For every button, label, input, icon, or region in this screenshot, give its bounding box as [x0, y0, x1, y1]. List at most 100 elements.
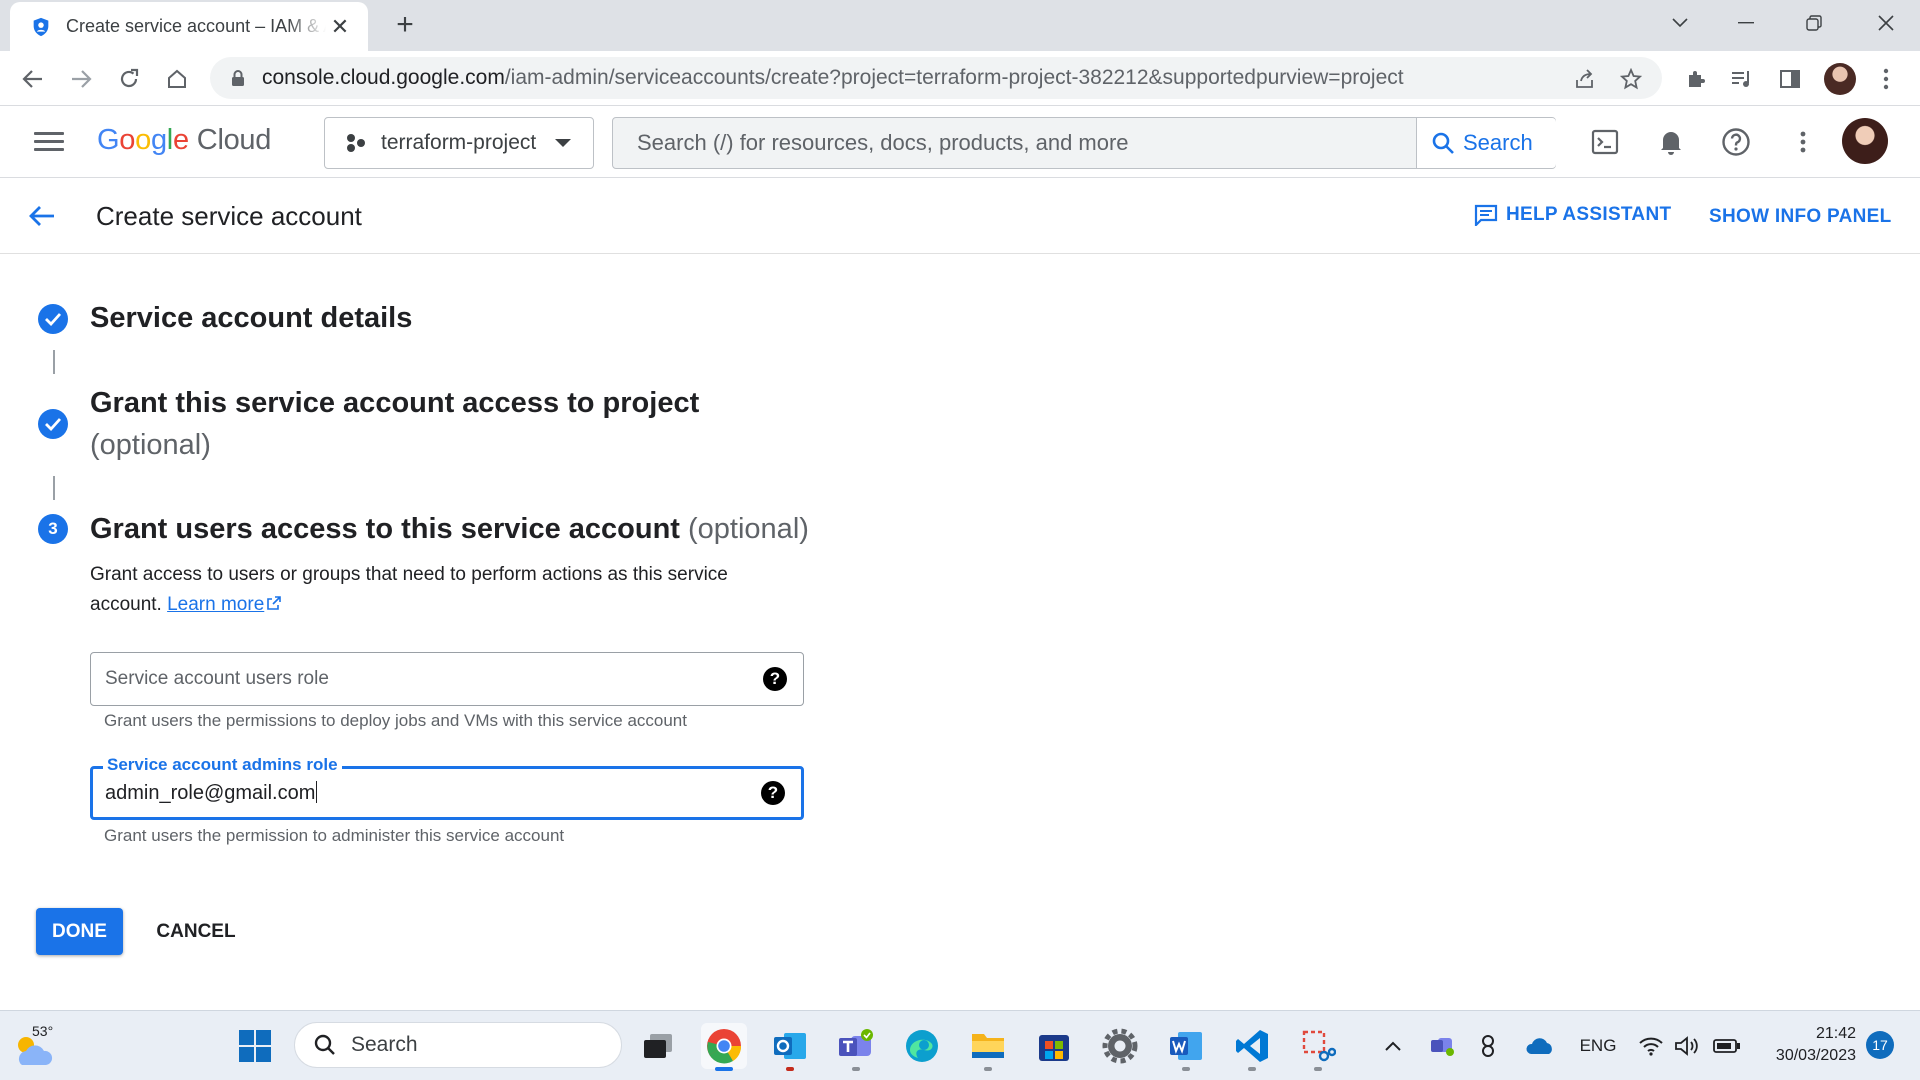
forward-icon[interactable] [64, 62, 98, 96]
help-question-icon[interactable]: ? [761, 781, 785, 805]
done-button[interactable]: DONE [36, 908, 123, 955]
help-question-icon[interactable]: ? [763, 667, 787, 691]
shield-icon [33, 17, 49, 36]
admins-role-label: Service account admins role [103, 755, 342, 775]
clock-time: 21:42 [1815, 1025, 1856, 1042]
users-role-hint: Grant users the permissions to deploy jo… [104, 711, 687, 730]
teams-tray-icon[interactable] [1428, 1033, 1456, 1059]
taskbar-search[interactable]: Search [294, 1022, 622, 1068]
system-clock[interactable]: 21:42 30/03/2023 [1760, 1023, 1856, 1067]
back-arrow-icon[interactable] [26, 200, 58, 232]
admins-role-field[interactable]: Service account admins role admin_role@g… [90, 755, 804, 820]
outlook-app-icon[interactable] [767, 1023, 813, 1071]
notification-count-badge[interactable]: 17 [1866, 1031, 1894, 1059]
side-panel-icon[interactable] [1774, 63, 1806, 95]
project-picker[interactable]: terraform-project [324, 117, 594, 169]
chevron-up-icon[interactable] [1382, 1033, 1404, 1059]
minimize-icon[interactable] [1726, 8, 1766, 38]
lock-icon[interactable] [228, 68, 248, 88]
learn-more-link[interactable]: Learn more [167, 594, 282, 615]
step-2-title[interactable]: Grant this service account access to pro… [90, 382, 699, 466]
admins-role-value[interactable]: admin_role@gmail.com [105, 781, 317, 805]
project-name: terraform-project [381, 131, 537, 154]
step-3-number-badge: 3 [38, 514, 68, 544]
microsoft-store-icon[interactable] [1031, 1023, 1077, 1069]
file-explorer-icon[interactable] [965, 1023, 1011, 1071]
snipping-tool-icon[interactable] [1295, 1023, 1341, 1071]
learn-more-label: Learn more [167, 594, 265, 615]
users-role-field[interactable]: Service account users role ? [90, 652, 804, 706]
step-connector [53, 476, 55, 500]
console-search: Search [612, 117, 1556, 169]
start-button[interactable] [232, 1023, 278, 1069]
back-icon[interactable] [16, 62, 50, 96]
address-bar[interactable]: console.cloud.google.com/iam-admin/servi… [210, 57, 1662, 99]
weather-temperature: 53° [32, 1023, 54, 1039]
task-view-icon[interactable] [635, 1023, 681, 1069]
volume-icon[interactable] [1672, 1033, 1702, 1059]
chevron-down-icon [555, 139, 571, 147]
wifi-icon[interactable] [1636, 1033, 1666, 1059]
browser-menu-icon[interactable] [1870, 63, 1902, 95]
browser-tab-strip: Create service account – IAM & Admin ✕ + [0, 0, 1920, 51]
taskbar-search-label: Search [351, 1033, 418, 1056]
teams-app-icon[interactable] [833, 1023, 879, 1071]
cloud-shell-icon[interactable] [1588, 125, 1622, 159]
weather-widget[interactable]: 53° [12, 1021, 62, 1071]
notifications-bell-icon[interactable] [1654, 125, 1688, 159]
users-role-placeholder: Service account users role [105, 668, 329, 689]
step-3-description: Grant access to users or groups that nee… [90, 560, 790, 620]
close-window-icon[interactable] [1866, 8, 1906, 38]
profile-avatar[interactable] [1824, 63, 1856, 95]
windows-taskbar: 53° Search ENG 21:42 30/03/2023 17 [0, 1010, 1920, 1080]
close-tab-icon[interactable]: ✕ [326, 13, 354, 41]
logo-letter: o [119, 124, 136, 156]
search-icon [314, 1034, 335, 1055]
step-2-optional: (optional) [90, 429, 211, 461]
vscode-app-icon[interactable] [1229, 1023, 1275, 1071]
navigation-menu-icon[interactable] [34, 128, 64, 156]
console-header: Google Cloud terraform-project Search [0, 106, 1920, 178]
cancel-button[interactable]: CANCEL [150, 908, 242, 955]
more-options-icon[interactable] [1786, 125, 1820, 159]
tab-search-icon[interactable] [1660, 8, 1700, 38]
account-avatar[interactable] [1842, 118, 1888, 164]
search-button[interactable]: Search [1416, 118, 1556, 168]
help-assistant-button[interactable]: HELP ASSISTANT [1474, 204, 1671, 226]
word-app-icon[interactable] [1163, 1023, 1209, 1071]
restore-icon[interactable] [1794, 8, 1834, 38]
logo-letter: o [135, 124, 151, 156]
project-icon [347, 134, 365, 152]
chat-icon [1474, 204, 1498, 226]
external-link-icon [267, 596, 282, 610]
page-title: Create service account [96, 201, 362, 231]
step-complete-check-icon [38, 409, 68, 439]
share-icon[interactable] [1572, 66, 1598, 92]
logo-letter: G [97, 124, 120, 156]
browser-tab[interactable]: Create service account – IAM & Admin ✕ [10, 2, 368, 51]
search-input[interactable] [613, 118, 1415, 168]
new-tab-button[interactable]: + [390, 10, 420, 41]
help-assistant-label: HELP ASSISTANT [1506, 204, 1672, 225]
step-1-title[interactable]: Service account details [90, 297, 412, 339]
page-title-bar: Create service account HELP ASSISTANT SH… [0, 178, 1920, 254]
show-info-panel-button[interactable]: SHOW INFO PANEL [1709, 206, 1892, 228]
battery-icon[interactable] [1710, 1033, 1744, 1059]
url-path: /iam-admin/serviceaccounts/create?projec… [504, 66, 1404, 89]
media-control-icon[interactable] [1726, 63, 1758, 95]
logo-letter: g [150, 124, 167, 156]
google-cloud-logo[interactable]: Google Cloud [97, 124, 271, 157]
edge-app-icon[interactable] [899, 1023, 945, 1069]
url-host: console.cloud.google.com [262, 66, 505, 89]
input-language[interactable]: ENG [1578, 1033, 1618, 1059]
extensions-icon[interactable] [1680, 63, 1712, 95]
bookmark-star-icon[interactable] [1618, 66, 1644, 92]
help-icon[interactable] [1719, 125, 1753, 159]
link-tray-icon[interactable] [1474, 1033, 1502, 1059]
settings-gear-icon[interactable] [1097, 1023, 1143, 1069]
home-icon[interactable] [160, 62, 194, 96]
onedrive-cloud-icon[interactable] [1524, 1033, 1556, 1059]
step-3-optional: (optional) [688, 513, 809, 545]
reload-icon[interactable] [112, 62, 146, 96]
chrome-app-icon[interactable] [701, 1023, 747, 1071]
